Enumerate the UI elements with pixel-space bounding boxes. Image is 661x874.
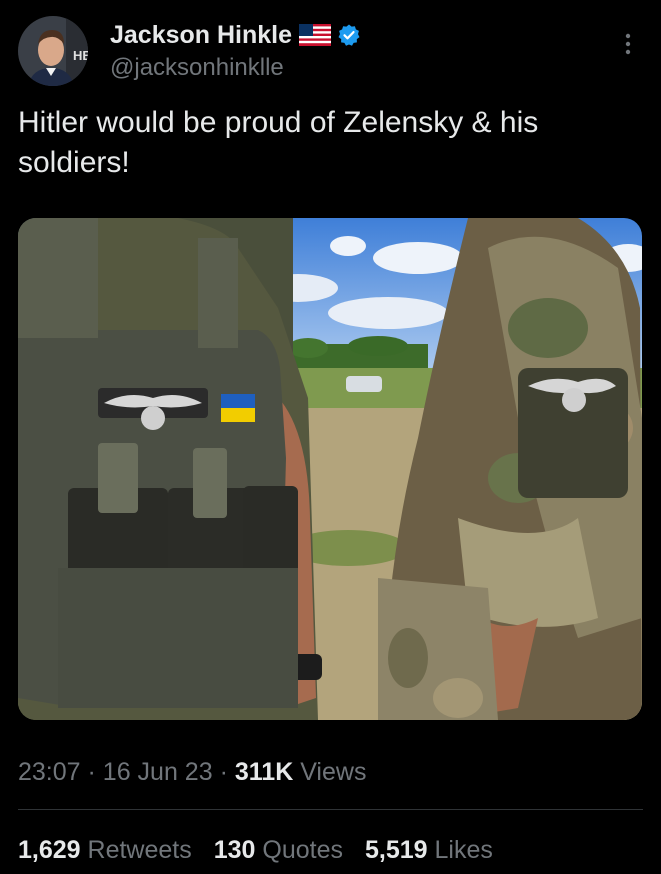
author-display-name: Jackson Hinkle [110,21,293,49]
meta-separator: · [87,758,96,786]
likes-count: 5,519 [365,836,428,864]
avatar-photo: HB [18,16,88,86]
retweets-count: 1,629 [18,836,81,864]
author-handle[interactable]: @jacksonhinklle [110,54,284,82]
tweet-meta: 23:07 · 16 Jun 23 · 311K Views [18,756,366,788]
quotes-stat[interactable]: 130 Quotes [214,834,343,866]
retweets-label: Retweets [87,836,192,864]
us-flag-icon [299,24,332,46]
author-avatar[interactable]: HB [18,16,88,86]
tweet-time[interactable]: 23:07 [18,758,81,786]
views-count: 311K [234,758,294,786]
quotes-label: Quotes [262,836,344,864]
verified-badge-icon[interactable] [337,23,361,47]
divider [18,809,643,810]
views-label: Views [300,758,367,786]
retweets-stat[interactable]: 1,629 Retweets [18,834,192,866]
tweet-text: Hitler would be proud of Zelensky & his … [18,106,539,179]
svg-text:HB: HB [73,48,88,63]
more-vertical-icon[interactable] [614,26,642,62]
tweet-stats: 1,629 Retweets 130 Quotes 5,519 Likes [18,834,515,866]
likes-label: Likes [434,836,493,864]
tweet-date[interactable]: 16 Jun 23 [103,758,213,786]
author-display-name-row[interactable]: Jackson Hinkle [110,20,361,50]
likes-stat[interactable]: 5,519 Likes [365,834,493,866]
tweet-photo[interactable] [18,218,642,720]
photo-illustration [18,218,642,720]
meta-separator: · [219,758,228,786]
quotes-count: 130 [213,836,256,864]
